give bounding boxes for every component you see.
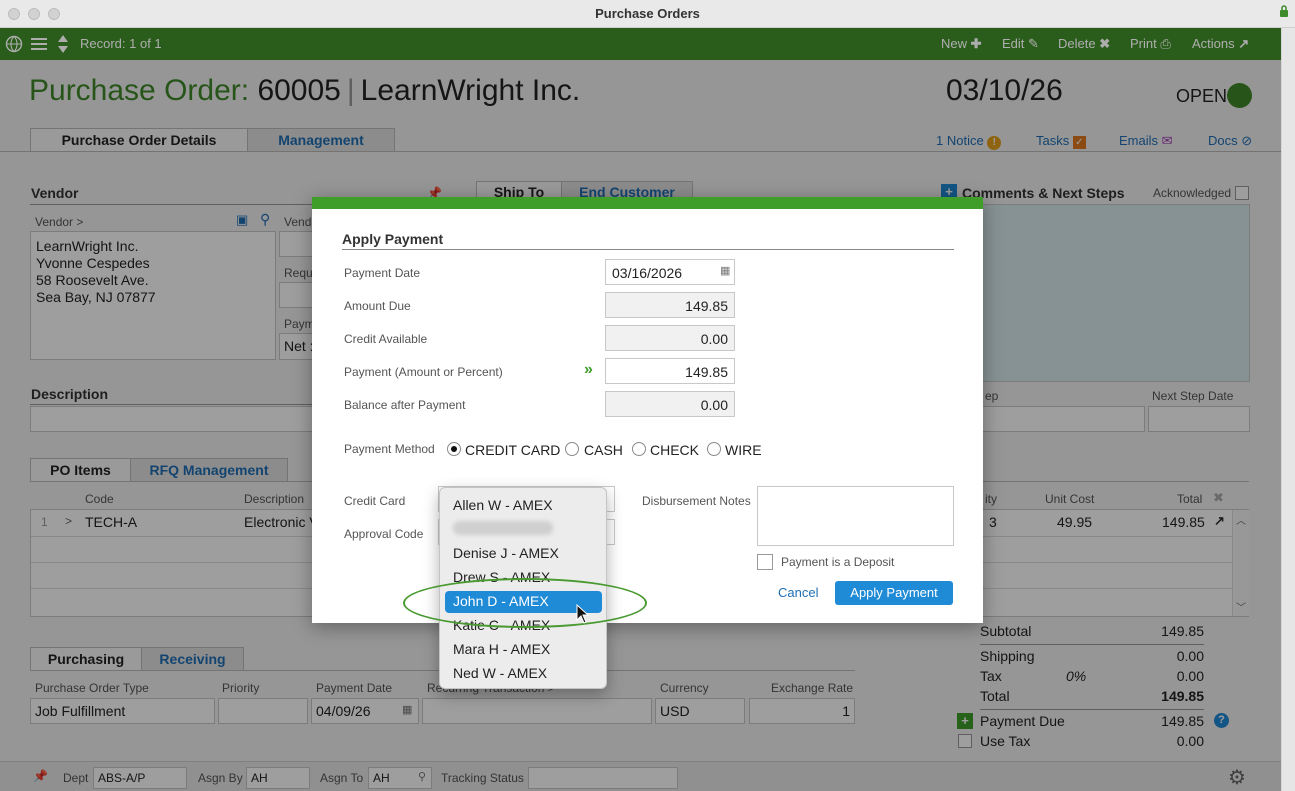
cancel-button[interactable]: Cancel	[778, 585, 818, 600]
disbursement-notes-label: Disbursement Notes	[642, 494, 751, 508]
approval-code-label: Approval Code	[344, 527, 424, 541]
fill-amount-icon[interactable]: »	[584, 361, 593, 379]
credit-card-label: Credit Card	[344, 494, 406, 508]
dropdown-option[interactable]: Ned W - AMEX	[453, 665, 547, 681]
radio-credit-card[interactable]	[447, 442, 461, 456]
apply-payment-dialog: Apply Payment Payment Date 03/16/2026 ▦ …	[312, 197, 983, 623]
wire-option-label[interactable]: WIRE	[725, 442, 762, 458]
window-title: Purchase Orders	[595, 6, 700, 21]
radio-check[interactable]	[632, 442, 646, 456]
check-option-label[interactable]: CHECK	[650, 442, 699, 458]
dialog-title-rule	[342, 249, 954, 250]
amount-due-label: Amount Due	[344, 299, 411, 313]
credit-card-option-label[interactable]: CREDIT CARD	[465, 442, 560, 458]
radio-cash[interactable]	[565, 442, 579, 456]
credit-available-label: Credit Available	[344, 332, 428, 346]
deposit-label: Payment is a Deposit	[781, 555, 895, 569]
dialog-title: Apply Payment	[342, 231, 444, 247]
apply-payment-button[interactable]: Apply Payment	[835, 581, 953, 605]
balance-field: 0.00	[605, 391, 735, 417]
dialog-accent-bar	[312, 197, 983, 209]
deposit-checkbox[interactable]	[757, 554, 773, 570]
radio-wire[interactable]	[707, 442, 721, 456]
payment-date-label: Payment Date	[344, 266, 421, 280]
payment-amount-label: Payment (Amount or Percent)	[344, 365, 503, 379]
balance-label: Balance after Payment	[344, 398, 466, 412]
lock-icon	[1280, 5, 1288, 17]
amount-due-field: 149.85	[605, 292, 735, 318]
dropdown-option[interactable]: Mara H - AMEX	[453, 641, 550, 657]
calendar-icon[interactable]: ▦	[720, 264, 730, 277]
dropdown-option[interactable]: Allen W - AMEX	[453, 497, 553, 513]
credit-available-field: 0.00	[605, 325, 735, 351]
disbursement-notes-input[interactable]	[757, 486, 954, 546]
dropdown-option[interactable]: Denise J - AMEX	[453, 545, 559, 561]
payment-method-label: Payment Method	[344, 442, 435, 456]
dropdown-option-blurred[interactable]	[453, 521, 553, 535]
toolbar-dim	[0, 28, 1281, 60]
window-titlebar: Purchase Orders	[0, 0, 1295, 28]
cash-option-label[interactable]: CASH	[584, 442, 623, 458]
payment-date-input[interactable]: 03/16/2026	[605, 259, 735, 285]
mouse-cursor-icon	[576, 604, 590, 624]
window-scrollbar[interactable]	[1281, 28, 1295, 791]
highlight-ellipse	[403, 578, 647, 628]
payment-amount-input[interactable]: 149.85	[605, 358, 735, 384]
